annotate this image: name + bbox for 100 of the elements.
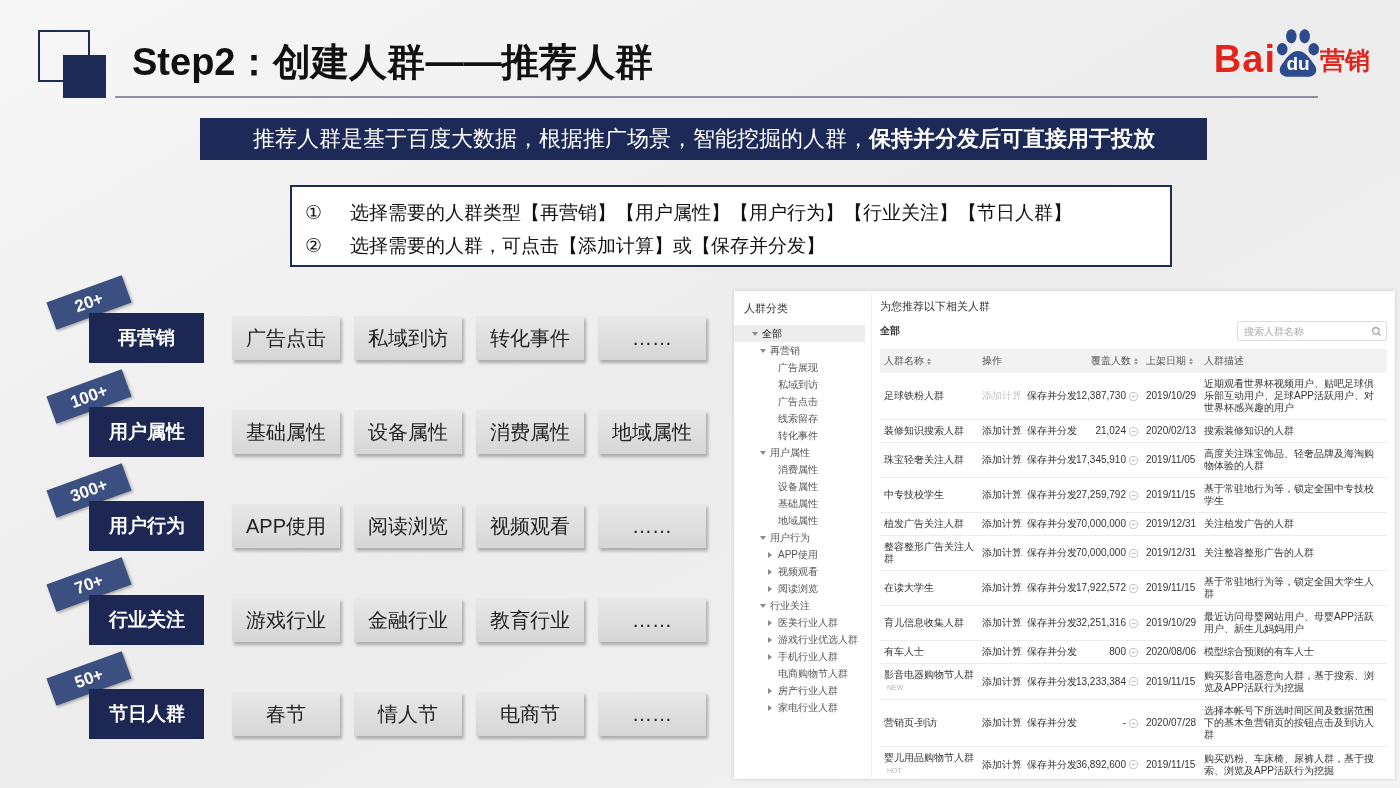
action-link[interactable]: 添加计算 bbox=[982, 717, 1022, 729]
action-link[interactable]: 保存并分发 bbox=[1027, 717, 1077, 729]
banner: 推荐人群是基于百度大数据，根据推广场景，智能挖掘的人群，保持并分发后可直接用于投放 bbox=[200, 118, 1207, 160]
tree-item[interactable]: 用户行为 bbox=[734, 529, 865, 546]
action-link[interactable]: 添加计算 bbox=[982, 518, 1022, 530]
sort-icon[interactable] bbox=[1189, 357, 1193, 365]
tree-item[interactable]: 设备属性 bbox=[734, 478, 865, 495]
step-text: 选择需要的人群类型【再营销】【用户属性】【用户行为】【行业关注】【节日人群】 bbox=[350, 200, 1072, 225]
caret-right-icon[interactable] bbox=[768, 551, 772, 558]
caret-down-icon[interactable] bbox=[760, 348, 766, 353]
tree-item[interactable]: 阅读浏览 bbox=[734, 580, 865, 597]
tree-item[interactable]: 医美行业人群 bbox=[734, 614, 865, 631]
listing-date: 2019/11/05 bbox=[1146, 454, 1196, 465]
action-link[interactable]: 保存并分发 bbox=[1027, 582, 1077, 594]
action-link[interactable]: 保存并分发 bbox=[1027, 518, 1077, 530]
coverage-count: 13,233,384 bbox=[1075, 675, 1126, 688]
audience-name: 整容整形广告关注人群 bbox=[884, 541, 974, 564]
tree-item[interactable]: 转化事件 bbox=[734, 427, 865, 444]
action-link[interactable]: 保存并分发 bbox=[1027, 617, 1077, 629]
tree-item[interactable]: 广告点击 bbox=[734, 393, 865, 410]
subcategory-tile: …… bbox=[598, 316, 706, 360]
category-label: 用户行为 bbox=[89, 501, 204, 551]
category-label: 用户属性 bbox=[89, 407, 204, 457]
tree-item[interactable]: 视频观看 bbox=[734, 563, 865, 580]
action-link[interactable]: 保存并分发 bbox=[1027, 758, 1077, 771]
sort-icon[interactable] bbox=[927, 357, 931, 365]
action-link[interactable]: 保存并分发 bbox=[1027, 547, 1077, 559]
tree-item[interactable]: 手机行业人群 bbox=[734, 648, 865, 665]
caret-down-icon[interactable] bbox=[760, 450, 766, 455]
circle-minus-icon bbox=[1129, 618, 1138, 628]
audience-name: 中专技校学生 bbox=[884, 489, 944, 500]
listing-date: 2019/10/29 bbox=[1146, 390, 1197, 401]
tree-item[interactable]: 消费属性 bbox=[734, 461, 865, 478]
action-link[interactable]: 添加计算 bbox=[982, 489, 1022, 501]
action-link[interactable]: 保存并分发 bbox=[1027, 675, 1077, 688]
circle-minus-icon bbox=[1129, 718, 1138, 728]
column-header[interactable]: 覆盖人数 bbox=[1091, 355, 1131, 367]
audience-name: 装修知识搜索人群 bbox=[884, 425, 964, 436]
tree-item[interactable]: 私域到访 bbox=[734, 376, 865, 393]
subcategory-tile: 基础属性 bbox=[232, 410, 340, 454]
circle-minus-icon bbox=[1129, 455, 1138, 465]
tree-item[interactable]: 基础属性 bbox=[734, 495, 865, 512]
action-link[interactable]: 保存并分发 bbox=[1027, 489, 1077, 501]
audience-name: 营销页-到访 bbox=[884, 717, 938, 728]
action-link[interactable]: 保存并分发 bbox=[1027, 646, 1077, 658]
caret-down-icon[interactable] bbox=[760, 535, 766, 540]
category-label: 行业关注 bbox=[89, 595, 204, 645]
tree-item[interactable]: APP使用 bbox=[734, 546, 865, 563]
subcategory-tile: 游戏行业 bbox=[232, 598, 340, 642]
logo-text: Bai bbox=[1213, 40, 1276, 78]
listing-date: 2020/08/06 bbox=[1146, 646, 1197, 657]
step-text: 选择需要的人群，可点击【添加计算】或【保存并分发】 bbox=[350, 233, 825, 258]
audience-description: 选择本帐号下所选时间区间及数据范围下的基木鱼营销页的按钮点击及到访人群 bbox=[1204, 705, 1374, 740]
subcategory-tile: 转化事件 bbox=[476, 316, 584, 360]
tree-item[interactable]: 行业关注 bbox=[734, 597, 865, 614]
listing-date: 2019/12/31 bbox=[1146, 547, 1197, 558]
caret-right-icon[interactable] bbox=[768, 636, 772, 643]
caret-right-icon[interactable] bbox=[768, 568, 772, 575]
action-link[interactable]: 保存并分发 bbox=[1027, 390, 1077, 402]
action-link[interactable]: 添加计算 bbox=[982, 646, 1022, 658]
action-link[interactable]: 保存并分发 bbox=[1027, 454, 1077, 466]
subcategory-tile: 地域属性 bbox=[598, 410, 706, 454]
tree-item[interactable]: 地域属性 bbox=[734, 512, 865, 529]
caret-right-icon[interactable] bbox=[768, 704, 772, 711]
caret-right-icon[interactable] bbox=[768, 585, 772, 592]
column-header[interactable]: 人群名称 bbox=[884, 355, 924, 367]
caret-down-icon[interactable] bbox=[752, 331, 758, 336]
audience-description: 基于常驻地行为等，锁定全国大学生人群 bbox=[1204, 576, 1374, 599]
search-field[interactable]: 搜索人群名称 bbox=[1237, 321, 1387, 341]
column-header[interactable]: 上架日期 bbox=[1146, 355, 1186, 367]
action-link[interactable]: 添加计算 bbox=[982, 582, 1022, 594]
tree-item[interactable]: 再营销 bbox=[734, 342, 865, 359]
action-link[interactable]: 添加计算 bbox=[982, 675, 1022, 688]
page-title: Step2：创建人群——推荐人群 bbox=[132, 40, 654, 85]
action-link[interactable]: 添加计算 bbox=[982, 617, 1022, 629]
subcategory-tile: 设备属性 bbox=[354, 410, 462, 454]
audience-description: 关注植发广告的人群 bbox=[1204, 518, 1294, 529]
tree-item[interactable]: 家电行业人群 bbox=[734, 699, 865, 716]
tree-item[interactable]: 全部 bbox=[734, 325, 865, 342]
action-link[interactable]: 添加计算 bbox=[982, 425, 1022, 437]
audience-name: 足球铁粉人群 bbox=[884, 390, 944, 401]
tree-item[interactable]: 电商购物节人群 bbox=[734, 665, 865, 682]
tree-item[interactable]: 用户属性 bbox=[734, 444, 865, 461]
tree-item[interactable]: 游戏行业优选人群 bbox=[734, 631, 865, 648]
action-link[interactable]: 添加计算 bbox=[982, 454, 1022, 466]
tree-item[interactable]: 房产行业人群 bbox=[734, 682, 865, 699]
caret-right-icon[interactable] bbox=[768, 619, 772, 626]
audience-description: 搜索装修知识的人群 bbox=[1204, 425, 1294, 436]
caret-right-icon[interactable] bbox=[768, 653, 772, 660]
action-link[interactable]: 添加计算 bbox=[982, 758, 1022, 771]
subcategory-tile: 教育行业 bbox=[476, 598, 584, 642]
caret-down-icon[interactable] bbox=[760, 603, 766, 608]
subcategory-tile: 春节 bbox=[232, 692, 340, 736]
sort-icon[interactable] bbox=[1134, 357, 1138, 365]
tree-item[interactable]: 广告展现 bbox=[734, 359, 865, 376]
caret-right-icon[interactable] bbox=[768, 687, 772, 694]
action-link[interactable]: 保存并分发 bbox=[1027, 425, 1077, 437]
action-link[interactable]: 添加计算 bbox=[982, 547, 1022, 559]
search-icon[interactable] bbox=[1372, 326, 1381, 336]
tree-item[interactable]: 线索留存 bbox=[734, 410, 865, 427]
